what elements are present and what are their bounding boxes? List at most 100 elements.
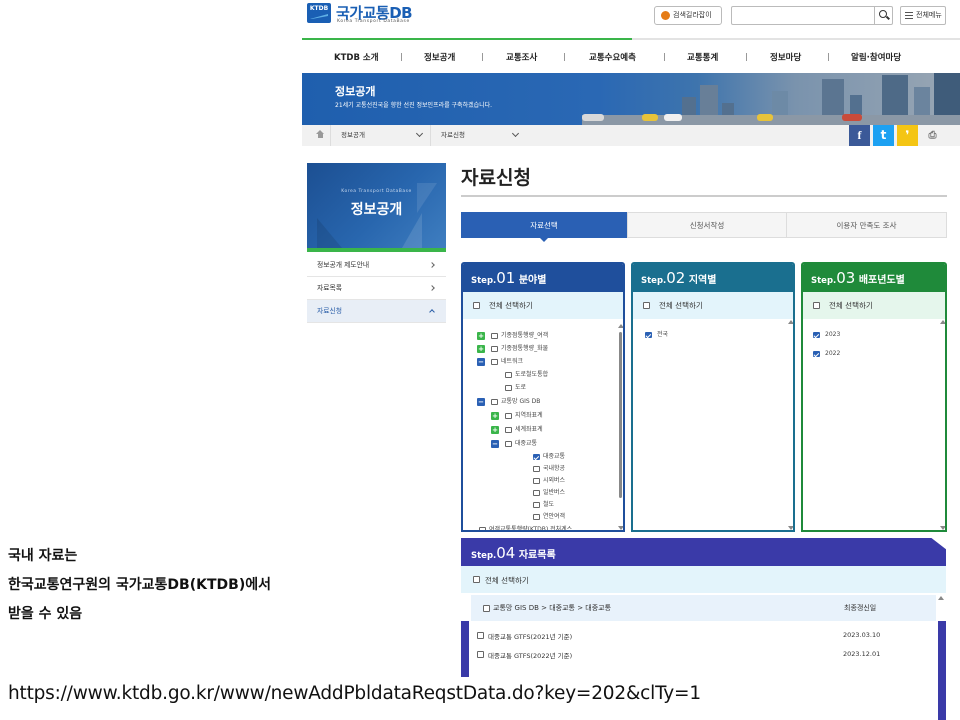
tree-item-label: 도로철도통합: [515, 371, 549, 378]
checkbox[interactable]: [473, 576, 480, 583]
tree-item[interactable]: 네트워크: [491, 358, 523, 366]
step4-select-all[interactable]: 전체 선택하기: [461, 566, 946, 593]
checkbox[interactable]: [645, 331, 652, 338]
search-input[interactable]: [731, 6, 893, 25]
collapse-icon[interactable]: −: [491, 440, 499, 448]
active-tab-indicator: [539, 237, 549, 242]
tree-item[interactable]: 세계좌표계: [505, 426, 543, 434]
tree-item[interactable]: 도로철도통합: [505, 371, 549, 379]
tab-data-select[interactable]: 자료선택: [461, 212, 627, 238]
tree-item[interactable]: 기종점통행량_화물: [491, 345, 549, 353]
checkbox[interactable]: [533, 513, 540, 520]
facebook-share-button[interactable]: f: [849, 125, 870, 146]
checkbox[interactable]: [473, 302, 480, 309]
step2-select-all[interactable]: 전체 선택하기: [633, 292, 793, 319]
tree-item[interactable]: 일반버스: [533, 489, 566, 497]
tree-item[interactable]: 기종점통행량_여객: [491, 332, 548, 340]
sidebar-accent: [307, 248, 446, 252]
chevron-up-icon: [429, 309, 435, 315]
home-icon[interactable]: [316, 130, 325, 139]
step1-scrollbar[interactable]: [617, 324, 623, 530]
expand-icon[interactable]: +: [477, 332, 485, 340]
source-url[interactable]: https://www.ktdb.go.kr/www/newAddPbldata…: [8, 683, 701, 704]
collapse-icon[interactable]: −: [477, 358, 485, 366]
kakaotalk-share-button[interactable]: ❜: [897, 125, 918, 146]
tree-item[interactable]: 철도: [533, 501, 554, 509]
tab-application[interactable]: 신청서작성: [627, 212, 787, 238]
tree-item[interactable]: 여객교통통행량(KTDB) 전처계스: [479, 526, 572, 530]
gnb-item-stats[interactable]: 교통통계: [687, 51, 718, 63]
region-item[interactable]: 전국: [645, 331, 668, 339]
checkbox[interactable]: [813, 331, 820, 338]
checkbox[interactable]: [505, 371, 512, 378]
checkbox[interactable]: [477, 632, 484, 639]
logo-icon[interactable]: KTDB: [307, 3, 331, 23]
tree-item-label: 기종점통행량_화물: [501, 345, 549, 352]
checkbox[interactable]: [491, 398, 498, 405]
checkbox[interactable]: [491, 332, 498, 339]
gnb-item-info[interactable]: 정보공개: [424, 51, 455, 63]
all-menu-button[interactable]: 전체메뉴: [900, 6, 946, 25]
checkbox[interactable]: [533, 501, 540, 508]
year-item-2022[interactable]: 2022: [813, 350, 840, 358]
checkbox[interactable]: [533, 453, 540, 460]
checkbox[interactable]: [477, 651, 484, 658]
collapse-icon[interactable]: −: [477, 398, 485, 406]
checkbox[interactable]: [505, 412, 512, 419]
expand-icon[interactable]: +: [491, 412, 499, 420]
tree-item[interactable]: 연안여객: [533, 513, 565, 521]
gnb-item-notice[interactable]: 알림·참여마당: [851, 51, 901, 63]
checkbox[interactable]: [491, 345, 498, 352]
tree-item[interactable]: 도로: [505, 384, 526, 392]
checkbox[interactable]: [813, 302, 820, 309]
checkbox[interactable]: [483, 605, 490, 612]
step2-scrollbar[interactable]: [787, 320, 793, 530]
gnb-item-forecast[interactable]: 교통수요예측: [589, 51, 636, 63]
step2-header: Step.02 지역별: [633, 264, 793, 292]
tree-item-label: 대중교통: [515, 440, 538, 447]
gnb-item-ktdb[interactable]: KTDB 소개: [334, 51, 379, 63]
step3-scrollbar[interactable]: [939, 320, 945, 530]
tree-item[interactable]: 대중교통: [505, 440, 538, 448]
tab-satisfaction-survey[interactable]: 이용자 만족도 조사: [786, 212, 947, 238]
twitter-share-button[interactable]: t: [873, 125, 894, 146]
checkbox[interactable]: [533, 489, 540, 496]
banner-image: [302, 73, 960, 125]
checkbox[interactable]: [533, 477, 540, 484]
tree-item[interactable]: 지역좌표계: [505, 412, 543, 420]
print-button[interactable]: ⎙: [922, 125, 943, 146]
gnb-item-infocenter[interactable]: 정보마당: [770, 51, 801, 63]
year-item-2023[interactable]: 2023: [813, 331, 840, 339]
search-icon[interactable]: [879, 10, 887, 18]
sidebar-item-request[interactable]: 자료신청: [307, 300, 446, 323]
checkbox[interactable]: [643, 302, 650, 309]
checkbox[interactable]: [491, 358, 498, 365]
chevron-right-icon: [429, 285, 435, 291]
gnb-item-survey[interactable]: 교통조사: [506, 51, 537, 63]
step4-edge: [938, 621, 946, 720]
sidebar-item-policy[interactable]: 정보공개 제도안내: [307, 254, 446, 277]
checkbox[interactable]: [813, 350, 820, 357]
breadcrumb-level2[interactable]: 자료신청: [430, 125, 530, 146]
tree-item[interactable]: 대중교통: [533, 453, 565, 461]
expand-icon[interactable]: +: [477, 345, 485, 353]
sidebar-item-list[interactable]: 자료목록: [307, 277, 446, 300]
breadcrumb-level1[interactable]: 정보공개: [330, 125, 430, 146]
tree-item[interactable]: 시외버스: [533, 477, 565, 485]
expand-icon[interactable]: +: [491, 426, 499, 434]
tree-item[interactable]: 국내항공: [533, 465, 565, 473]
data-row[interactable]: 대중교통 GTFS(2022년 기준): [477, 650, 572, 660]
checkbox[interactable]: [505, 384, 512, 391]
tree-item[interactable]: 교통망 GIS DB: [491, 398, 540, 406]
search-guide-button[interactable]: 검색길라잡이: [654, 6, 722, 25]
tree-item-label: 일반버스: [543, 489, 566, 496]
checkbox[interactable]: [505, 426, 512, 433]
checkbox[interactable]: [505, 440, 512, 447]
step3-select-all[interactable]: 전체 선택하기: [803, 292, 945, 319]
step1-select-all[interactable]: 전체 선택하기: [463, 292, 623, 319]
sidebar-item-label: 자료신청: [317, 307, 343, 315]
data-row[interactable]: 대중교통 GTFS(2021년 기준): [477, 631, 572, 641]
checkbox[interactable]: [479, 526, 486, 530]
checkbox[interactable]: [533, 465, 540, 472]
sidebar-item-label: 정보공개 제도안내: [317, 261, 370, 269]
